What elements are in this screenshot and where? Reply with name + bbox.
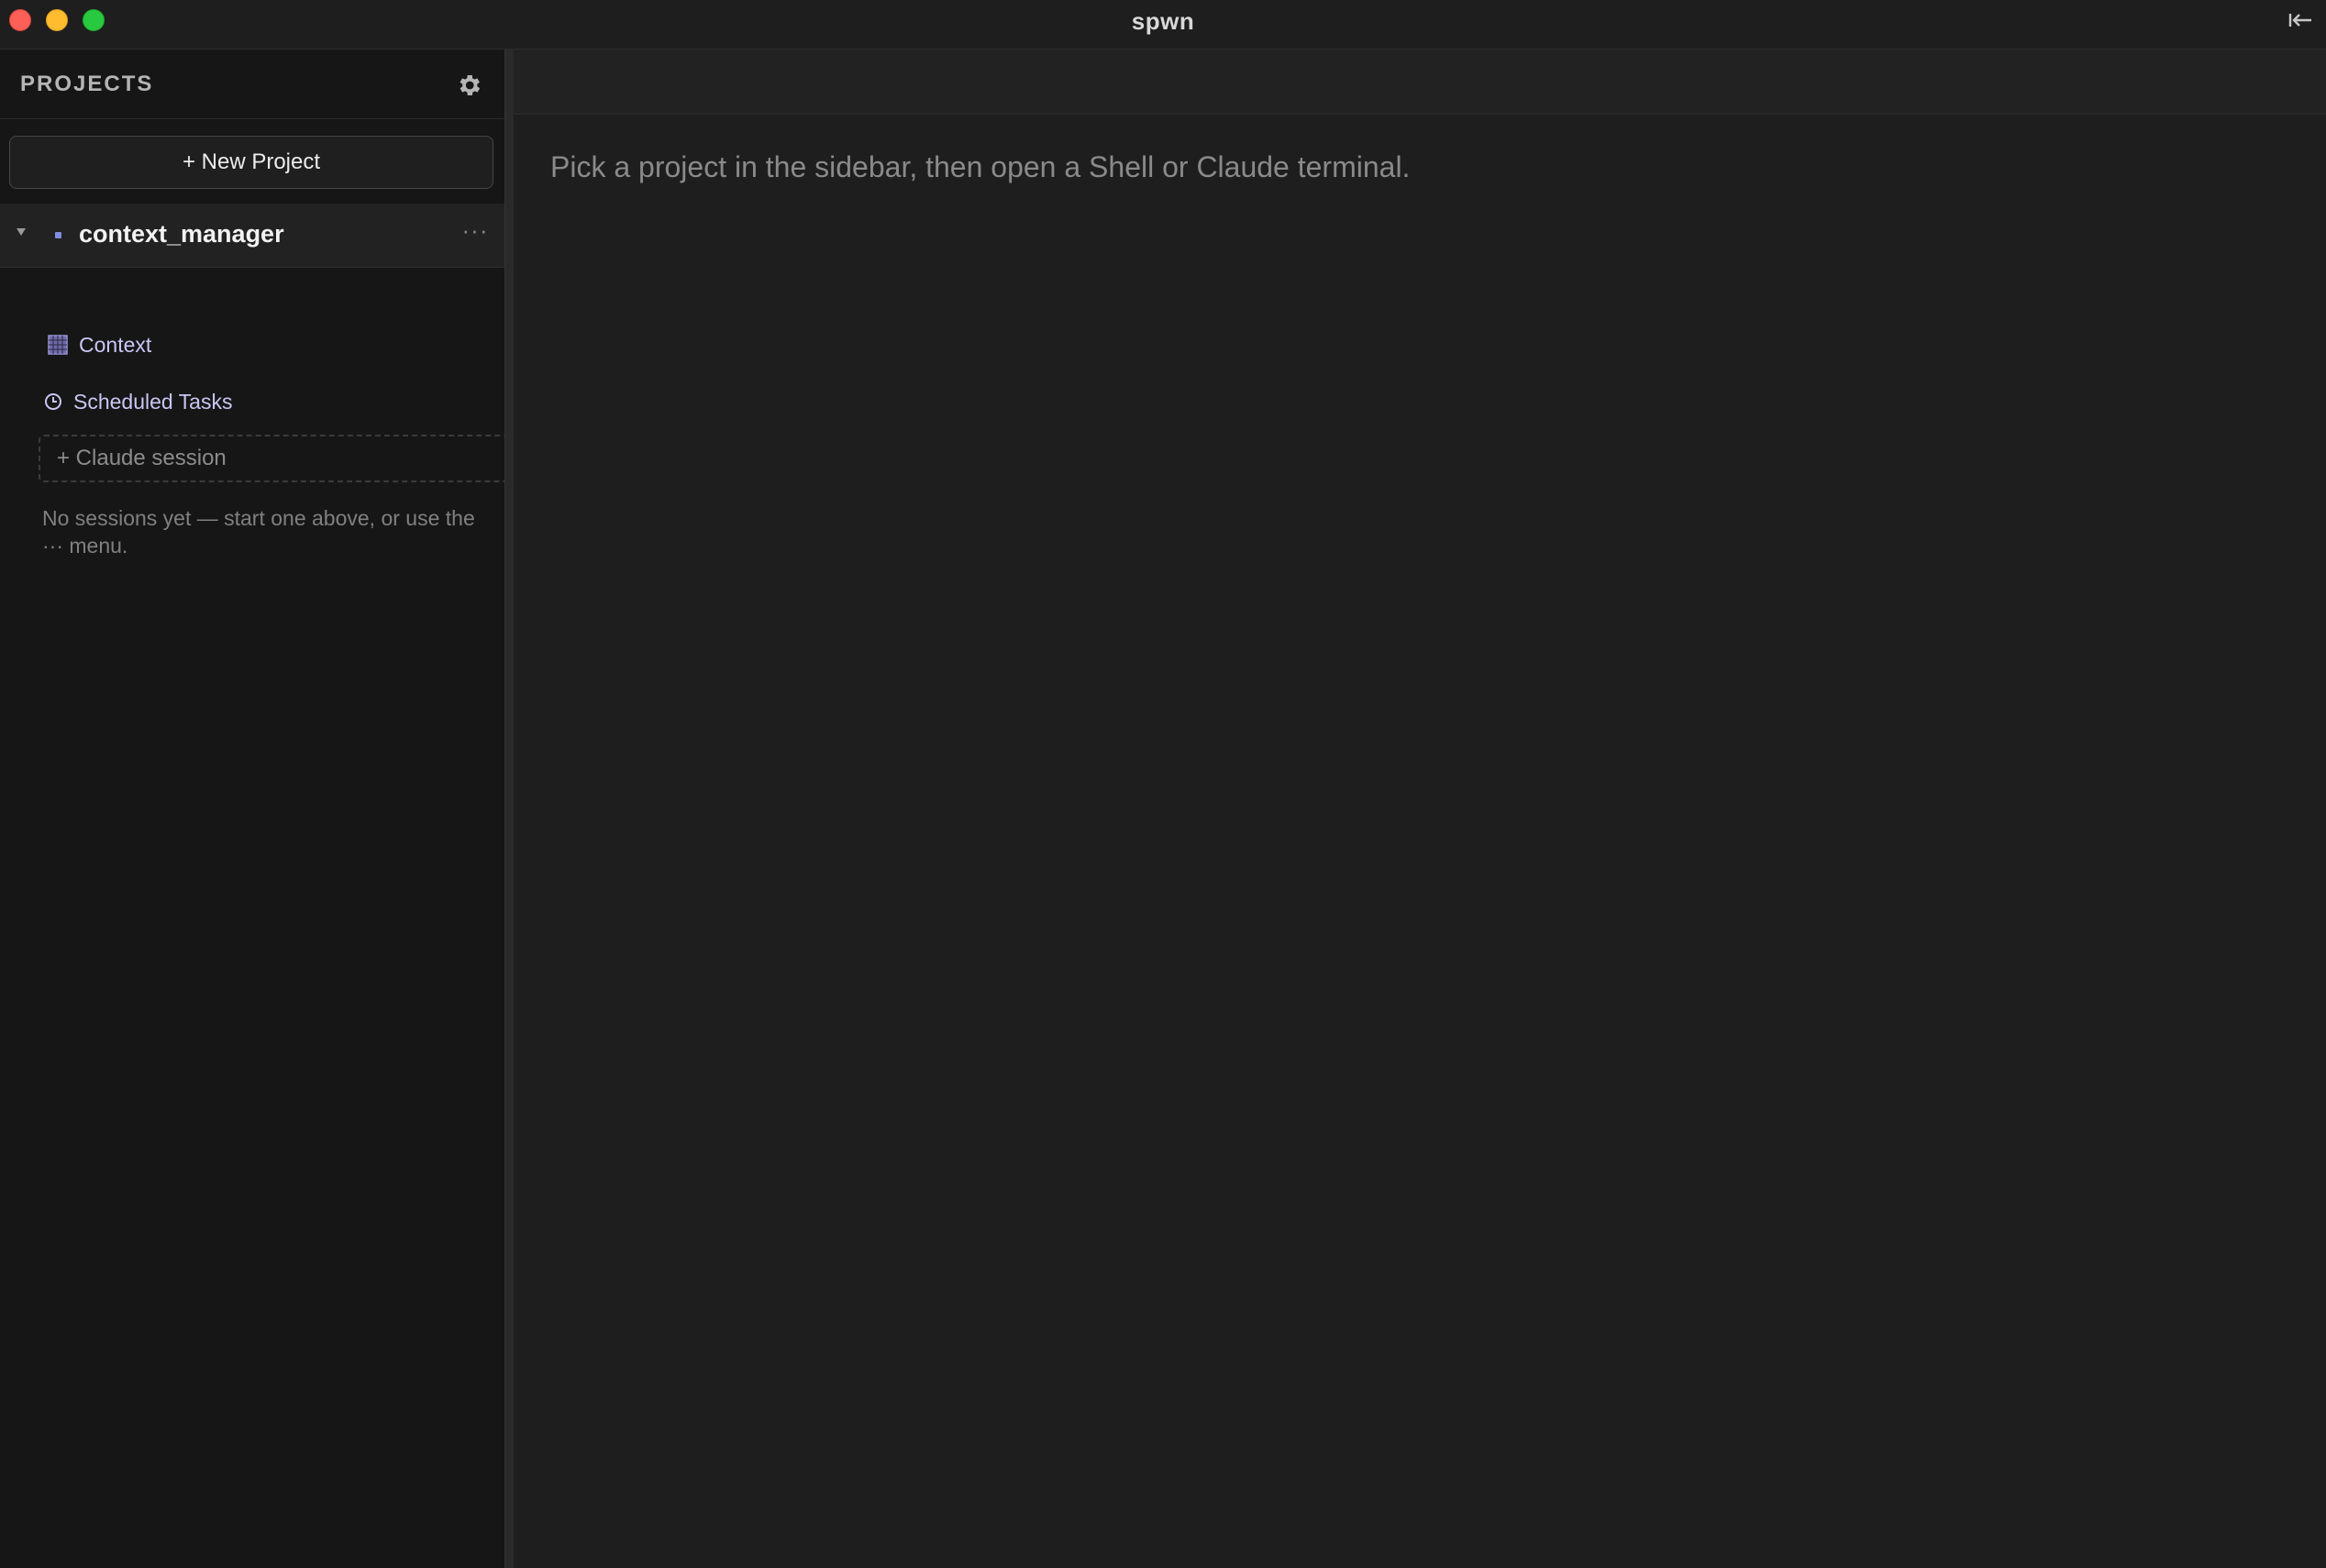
project-name: context_manager <box>79 220 284 248</box>
sidebar-title: PROJECTS <box>20 72 154 96</box>
title-bar: spwn <box>0 0 2326 50</box>
gear-icon[interactable] <box>455 72 482 99</box>
chevron-down-icon[interactable] <box>17 228 26 236</box>
sidebar: PROJECTS + New Project context_manager ·… <box>0 50 515 1568</box>
project-item[interactable]: context_manager ··· <box>0 204 504 268</box>
main-panel: Pick a project in the sidebar, then open… <box>514 50 2326 1568</box>
collapse-panel-icon <box>2288 14 2311 27</box>
sidebar-item-label: Context <box>79 332 152 357</box>
window-title: spwn <box>1131 7 1195 35</box>
sidebar-item-context[interactable]: Context <box>48 325 151 365</box>
sidebar-resize-handle[interactable] <box>504 50 514 1568</box>
grid-icon <box>48 335 68 355</box>
sidebar-item-scheduled-tasks[interactable]: Scheduled Tasks <box>44 381 232 422</box>
empty-state-hint: Pick a project in the sidebar, then open… <box>550 150 1411 183</box>
project-more-button[interactable]: ··· <box>457 216 493 249</box>
project-dot-icon <box>55 232 61 238</box>
sidebar-header: PROJECTS <box>0 50 504 119</box>
collapse-panel-button[interactable] <box>2284 7 2317 35</box>
main-toolbar <box>514 50 2326 115</box>
no-sessions-hint: No sessions yet — start one above, or us… <box>42 506 475 558</box>
add-claude-session-button[interactable]: + Claude session <box>39 435 515 482</box>
new-project-button[interactable]: + New Project <box>9 136 493 189</box>
sidebar-item-label: Scheduled Tasks <box>73 389 233 414</box>
app-window: spwn PROJECTS + New Project context_mana… <box>0 0 2326 1568</box>
clock-icon <box>45 393 61 410</box>
